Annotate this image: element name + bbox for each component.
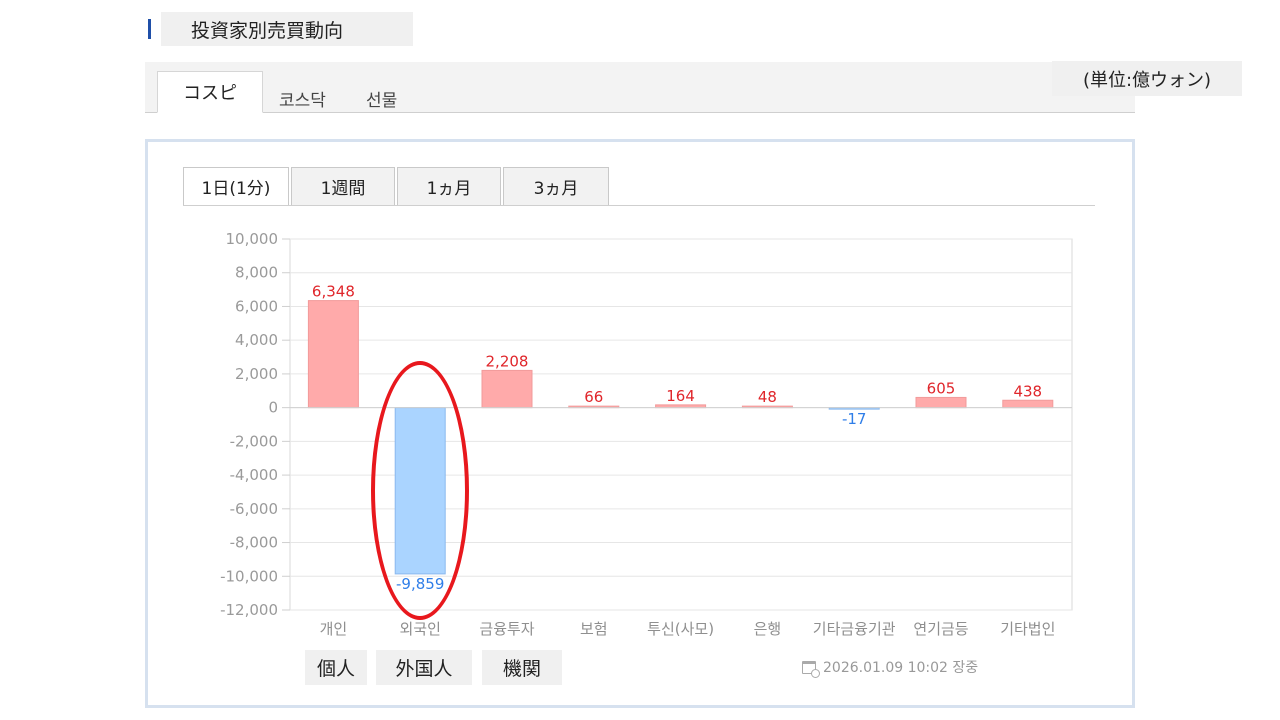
bar-0 xyxy=(307,300,359,409)
bar-value-label: 66 xyxy=(584,388,603,406)
x-category-label: 투신(사모) xyxy=(647,620,714,638)
y-tick-label: 6,000 xyxy=(235,297,278,315)
y-tick-label: 0 xyxy=(268,399,278,417)
translation-foreigner: 外国人 xyxy=(376,650,472,685)
x-category-label: 보험 xyxy=(580,620,608,638)
investor-bar-chart: 10,000 8,000 6,000 4,000 2,000 0 -2,000 -4,000 -… xyxy=(220,230,1073,638)
y-tick-label: 8,000 xyxy=(235,264,278,282)
x-category-label: 외국인 xyxy=(399,620,440,638)
x-category-label: 기타법인 xyxy=(1000,620,1055,638)
y-tick-label: 10,000 xyxy=(226,230,279,248)
foreign-investor-highlight xyxy=(371,361,469,620)
bar-value-label: 438 xyxy=(1013,382,1042,400)
bar-2 xyxy=(481,369,533,409)
bar-value-label: 48 xyxy=(758,388,777,406)
bar-value-label: 164 xyxy=(666,387,695,405)
x-category-label: 기타금융기관 xyxy=(813,620,896,638)
translation-institution: 機関 xyxy=(482,650,562,685)
y-tick-label: 2,000 xyxy=(235,365,278,383)
timestamp: 2026.01.09 10:02 장중 xyxy=(802,657,979,678)
x-category-label: 개인 xyxy=(320,620,348,638)
y-tick-label: -6,000 xyxy=(230,500,278,518)
bar-value-label: 6,348 xyxy=(312,283,355,301)
y-tick-label: -4,000 xyxy=(230,466,278,484)
timestamp-text: 2026.01.09 10:02 장중 xyxy=(823,660,979,676)
bar-7 xyxy=(915,396,967,409)
bar-value-label: 2,208 xyxy=(486,352,529,370)
x-category-label: 연기금등 xyxy=(913,620,968,638)
bar-8 xyxy=(1002,399,1054,409)
y-tick-label: 4,000 xyxy=(235,331,278,349)
calendar-icon xyxy=(802,660,820,678)
y-tick-label: -10,000 xyxy=(220,567,278,585)
bar-value-label: -17 xyxy=(842,410,867,428)
y-tick-label: -8,000 xyxy=(230,534,278,552)
x-category-label: 금융투자 xyxy=(479,620,534,638)
x-category-label: 은행 xyxy=(754,620,782,638)
y-tick-label: -2,000 xyxy=(230,432,278,450)
translation-individual: 個人 xyxy=(305,650,367,685)
y-tick-label: -12,000 xyxy=(220,601,278,619)
bar-value-label: 605 xyxy=(927,379,956,397)
